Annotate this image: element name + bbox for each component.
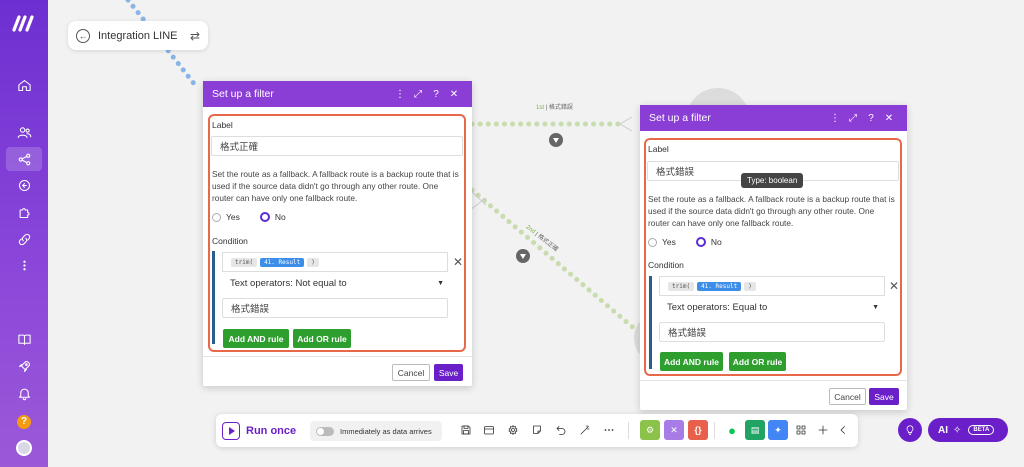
footer-divider <box>640 380 907 381</box>
fallback-radio-group: Yes No <box>648 237 722 247</box>
fallback-no-label: No <box>274 212 286 222</box>
close-icon[interactable]: ✕ <box>880 113 898 124</box>
fallback-description: Set the route as a fallback. A fallback … <box>212 169 459 204</box>
operator-select[interactable]: Text operators: Not equal to ▼ <box>230 278 444 289</box>
undo-icon[interactable] <box>554 423 568 437</box>
add-or-rule-button[interactable]: Add OR rule <box>729 352 786 371</box>
label-heading: Label <box>648 144 669 154</box>
tools-module-icon[interactable]: ⚙ <box>640 420 660 440</box>
more-options-icon[interactable]: ⋮ <box>391 89 409 100</box>
cancel-button[interactable]: Cancel <box>392 364 430 381</box>
fallback-no-label: No <box>710 237 722 247</box>
compare-value-input[interactable]: 格式錯誤 <box>659 322 885 342</box>
google-sheets-icon[interactable]: ▤ <box>745 420 765 440</box>
condition-operand-input[interactable]: trim( 41. Result ) <box>222 252 448 272</box>
help-icon[interactable]: ? <box>862 113 880 124</box>
scheduling-icon[interactable] <box>482 423 496 437</box>
label-heading: Label <box>212 120 233 130</box>
chevron-down-icon: ▼ <box>872 304 879 311</box>
add-and-rule-button[interactable]: Add AND rule <box>223 329 289 348</box>
footer-divider <box>203 356 472 357</box>
remove-condition-icon[interactable]: ✕ <box>453 255 463 269</box>
type-tooltip: Type: boolean <box>741 173 804 188</box>
run-once-label: Run once <box>246 425 297 437</box>
panel-title: Set up a filter <box>212 88 274 100</box>
fallback-yes-label: Yes <box>226 212 240 222</box>
fallback-yes-radio[interactable] <box>648 237 657 247</box>
panel-title: Set up a filter <box>649 112 711 124</box>
fallback-no-radio[interactable] <box>259 212 270 222</box>
fallback-yes-label: Yes <box>662 237 676 247</box>
toolbar-divider <box>628 422 629 439</box>
lightbulb-icon[interactable] <box>898 418 922 442</box>
result-variable-token: 41. Result <box>697 281 742 291</box>
toolbar-divider <box>714 422 715 439</box>
route-1-label: 1st | 格式錯誤 <box>536 105 573 111</box>
condition-heading: Condition <box>212 236 248 246</box>
play-icon <box>222 422 240 440</box>
trim-function-token: trim( <box>231 257 258 267</box>
condition-heading: Condition <box>648 260 684 270</box>
expand-icon[interactable]: ⤢ <box>844 113 862 124</box>
sparkle-icon: ✧ <box>953 424 962 436</box>
settings-icon[interactable] <box>506 423 520 437</box>
save-button[interactable]: Save <box>869 388 899 405</box>
fallback-radio-group: Yes No <box>212 212 286 222</box>
ai-module-icon[interactable]: ✦ <box>768 420 788 440</box>
condition-operand-input[interactable]: trim( 41. Result ) <box>659 276 885 296</box>
fallback-no-radio[interactable] <box>695 237 706 247</box>
grid-icon[interactable] <box>794 423 808 437</box>
notes-icon[interactable] <box>530 423 544 437</box>
label-input[interactable]: 格式正確 <box>211 136 463 156</box>
operator-value: Text operators: Not equal to <box>230 278 347 289</box>
flow-control-icon[interactable]: ✕ <box>664 420 684 440</box>
swap-icon[interactable]: ⇄ <box>190 29 200 43</box>
ai-assistant-button[interactable]: AI ✧ BETA <box>928 418 1008 442</box>
plus-icon[interactable] <box>816 423 830 437</box>
right-filter-panel: Set up a filter ⋮ ⤢ ? ✕ Label 格式錯誤 Set t… <box>640 105 907 410</box>
chevron-left-icon[interactable] <box>836 423 850 437</box>
expand-icon[interactable]: ⤢ <box>409 89 427 100</box>
save-disk-icon[interactable] <box>459 423 473 437</box>
magic-wand-icon[interactable] <box>578 423 592 437</box>
scenario-title-chip: ← Integration LINE ⇄ <box>68 21 208 50</box>
trim-function-token: trim( <box>668 281 695 291</box>
back-arrow-icon[interactable]: ← <box>76 28 90 43</box>
route-2-filter-icon[interactable] <box>516 249 530 263</box>
run-once-button[interactable]: Run once <box>222 420 302 442</box>
scenario-title: Integration LINE <box>98 29 178 42</box>
bottom-toolbar: Run once Immediately as data arrives ⚙ ✕… <box>216 414 858 447</box>
schedule-toggle-group[interactable]: Immediately as data arrives <box>310 421 442 441</box>
remove-condition-icon[interactable]: ✕ <box>889 279 899 293</box>
beta-badge: BETA <box>968 425 995 435</box>
fallback-description: Set the route as a fallback. A fallback … <box>648 194 895 229</box>
close-icon[interactable]: ✕ <box>445 89 463 100</box>
close-paren-token: ) <box>744 281 756 291</box>
fallback-yes-radio[interactable] <box>212 212 221 222</box>
line-app-icon[interactable]: ● <box>722 420 742 440</box>
left-filter-panel: Set up a filter ⋮ ⤢ ? ✕ Label 格式正確 Set t… <box>203 81 472 386</box>
operator-value: Text operators: Equal to <box>667 302 768 313</box>
schedule-toggle[interactable] <box>316 426 334 436</box>
condition-group-bar <box>212 251 215 344</box>
compare-value-input[interactable]: 格式錯誤 <box>222 298 448 318</box>
help-icon[interactable]: ? <box>427 89 445 100</box>
save-button[interactable]: Save <box>434 364 463 381</box>
right-filter-header: Set up a filter ⋮ ⤢ ? ✕ <box>640 105 907 131</box>
operator-select[interactable]: Text operators: Equal to ▼ <box>667 302 879 313</box>
add-or-rule-button[interactable]: Add OR rule <box>293 329 351 348</box>
condition-group-bar <box>649 276 652 369</box>
route-1-filter-icon[interactable] <box>549 133 563 147</box>
close-paren-token: ) <box>307 257 319 267</box>
add-and-rule-button[interactable]: Add AND rule <box>660 352 723 371</box>
more-horizontal-icon[interactable] <box>602 423 616 437</box>
json-module-icon[interactable]: {} <box>688 420 708 440</box>
left-filter-header: Set up a filter ⋮ ⤢ ? ✕ <box>203 81 472 107</box>
chevron-down-icon: ▼ <box>437 280 444 287</box>
result-variable-token: 41. Result <box>260 257 305 267</box>
schedule-toggle-label: Immediately as data arrives <box>340 426 432 436</box>
ai-label: AI <box>938 424 948 436</box>
cancel-button[interactable]: Cancel <box>829 388 866 405</box>
more-options-icon[interactable]: ⋮ <box>826 113 844 124</box>
